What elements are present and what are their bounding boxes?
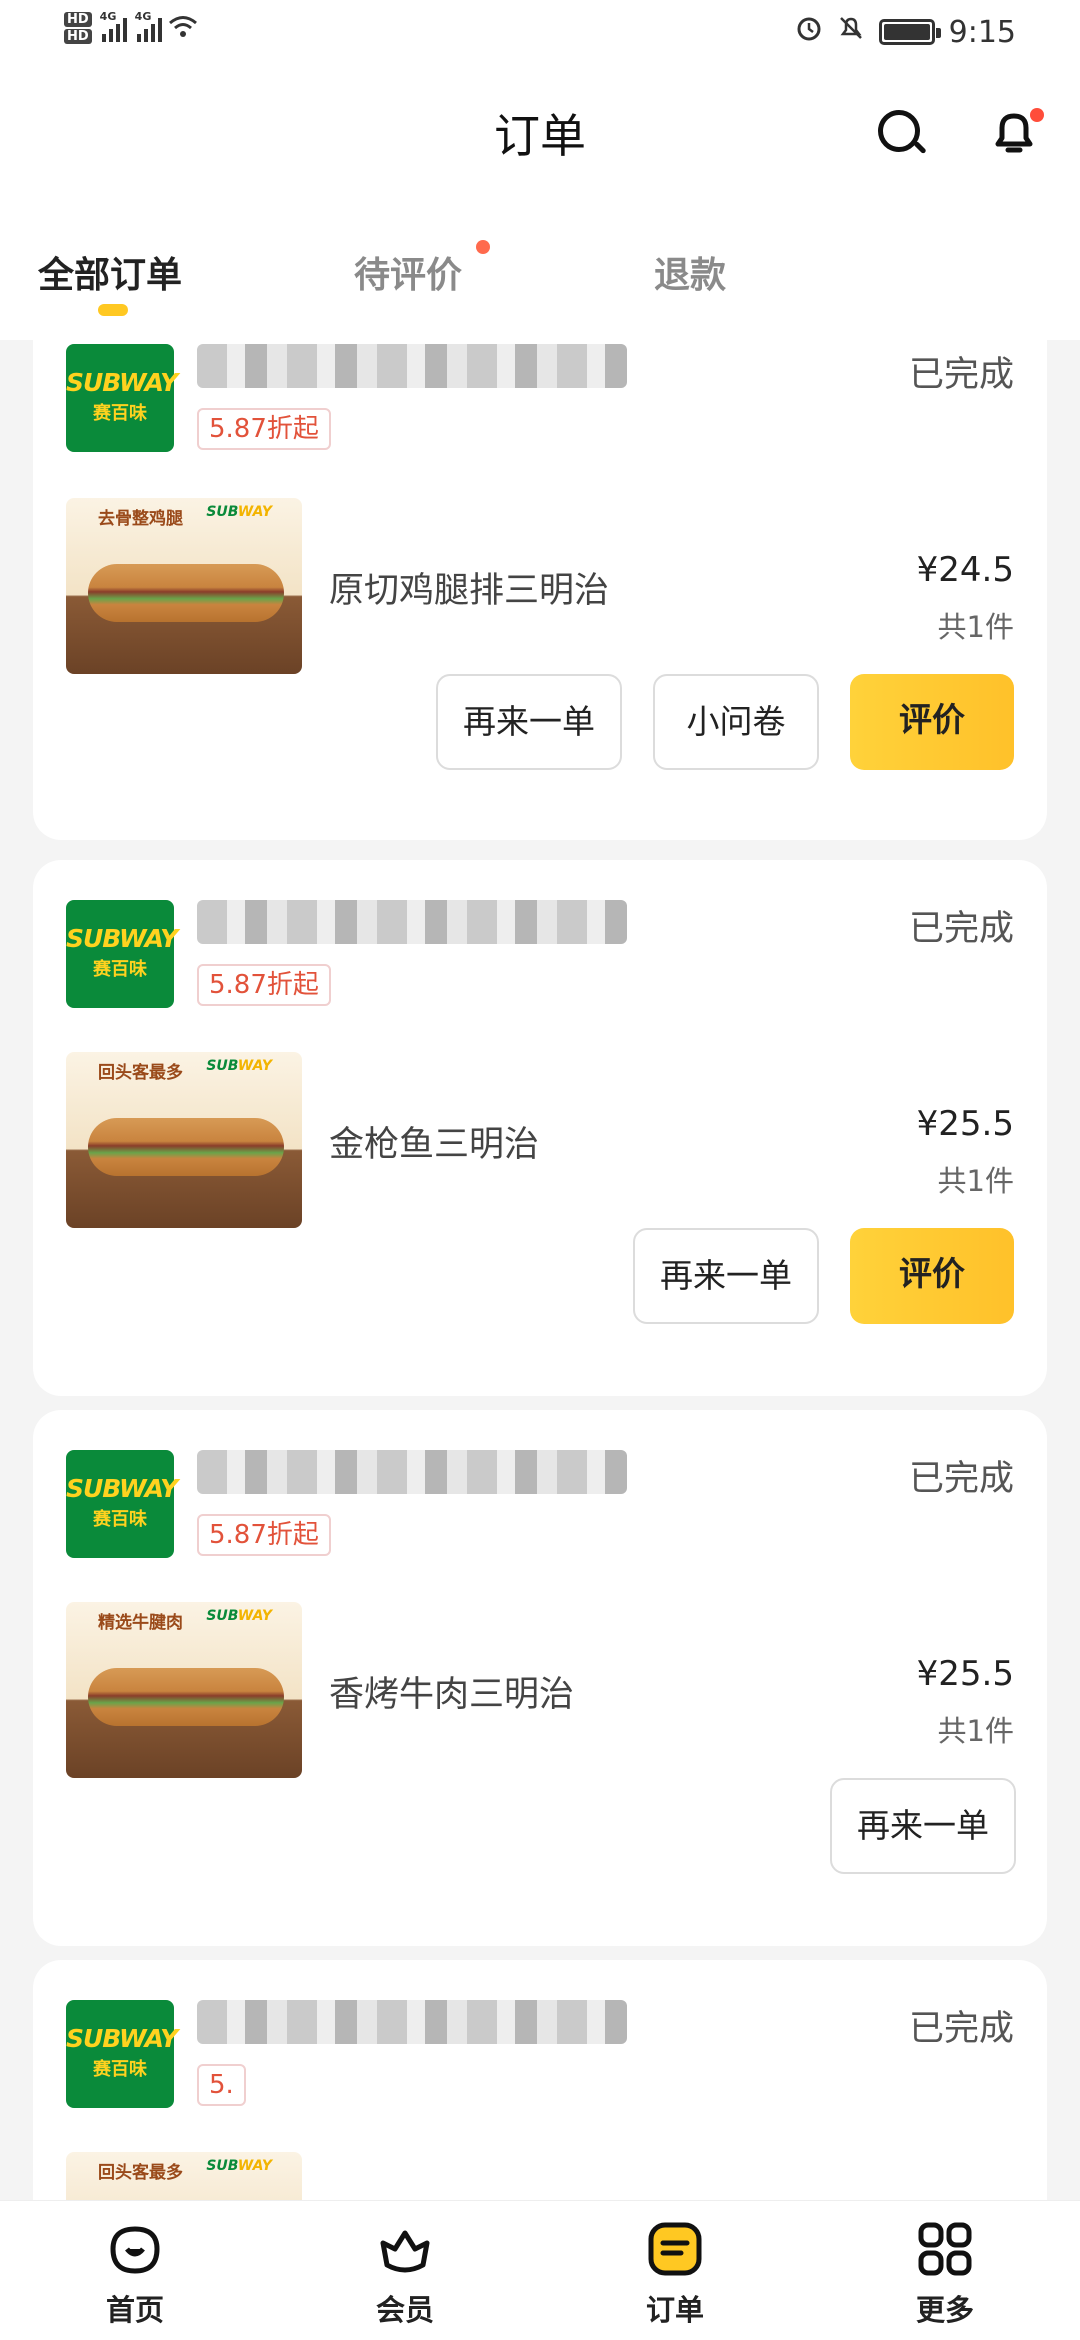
search-button[interactable] [876,108,928,160]
alarm-icon [795,14,823,50]
discount-badge: 5.87折起 [197,964,331,1006]
nav-more[interactable]: 更多 [885,2219,1005,2329]
survey-button[interactable]: 小问卷 [653,674,819,770]
nav-member[interactable]: 会员 [345,2219,465,2329]
nav-orders[interactable]: 订单 [615,2219,735,2329]
discount-badge: 5.87折起 [197,1514,331,1556]
status-right: 9:15 [795,14,1016,50]
product-quantity: 共1件 [937,1164,1014,1198]
product-image[interactable]: SUBWAY 去骨整鸡腿 [66,498,302,674]
reorder-button[interactable]: 再来一单 [436,674,622,770]
order-tabs: 全部订单 待评价 退款 [0,192,1080,340]
network-type-1: 4G [99,10,117,23]
signal-icon-2: 4G [135,10,162,42]
order-card[interactable]: SUBWAY 赛百味 已完成 5. SUBWAY 回头客最多 [33,1960,1047,2200]
product-image[interactable]: SUBWAY 回头客最多 [66,1052,302,1228]
hd-indicator: HD HD [64,10,92,46]
product-name: 金枪鱼三明治 [329,1125,540,1165]
order-icon [643,2219,707,2281]
title-bar: 订单 [0,72,1080,192]
wifi-icon [168,12,198,45]
bottom-nav: 首页 会员 订单 更多 [0,2200,1080,2340]
order-card[interactable]: SUBWAY 赛百味 已完成 5.87折起 SUBWAY 去骨整鸡腿 原切鸡腿排… [33,340,1047,840]
network-type-2: 4G [134,10,152,23]
order-status: 已完成 [908,1459,1014,1499]
product-name: 香烤牛肉三明治 [329,1675,575,1715]
store-name-blurred[interactable] [197,1450,627,1494]
discount-badge: 5. [197,2064,246,2106]
nav-home[interactable]: 首页 [75,2219,195,2329]
status-bar: HD HD 4G 4G 9:15 [0,0,1080,72]
order-status: 已完成 [908,2009,1014,2049]
reorder-button[interactable]: 再来一单 [830,1778,1016,1874]
reorder-button[interactable]: 再来一单 [633,1228,819,1324]
store-name-blurred[interactable] [197,344,627,388]
hd-label-1: HD [64,12,92,27]
store-logo: SUBWAY 赛百味 [66,344,178,452]
product-image[interactable]: SUBWAY 精选牛腱肉 [66,1602,302,1778]
product-image[interactable]: SUBWAY 回头客最多 [66,2152,302,2200]
notification-button[interactable] [986,104,1046,164]
store-name-blurred[interactable] [197,900,627,944]
nav-member-label: 会员 [375,2293,434,2327]
store-logo: SUBWAY 赛百味 [66,2000,178,2108]
product-price: ¥25.5 [916,1654,1014,1694]
tab-all-orders[interactable]: 全部订单 [38,246,182,298]
hd-label-2: HD [64,29,92,44]
store-logo: SUBWAY 赛百味 [66,900,178,1008]
more-grid-icon [913,2219,977,2281]
store-name-blurred[interactable] [197,2000,627,2044]
battery-icon [878,19,941,45]
member-crown-icon [373,2219,437,2281]
review-button[interactable]: 评价 [850,674,1014,770]
discount-badge: 5.87折起 [197,408,331,450]
mute-icon [837,14,865,50]
product-price: ¥24.5 [916,550,1014,590]
review-button[interactable]: 评价 [850,1228,1014,1324]
store-logo: SUBWAY 赛百味 [66,1450,178,1558]
tab-refund[interactable]: 退款 [654,246,726,298]
home-icon [103,2219,167,2281]
order-card[interactable]: SUBWAY 赛百味 已完成 5.87折起 SUBWAY 精选牛腱肉 香烤牛肉三… [33,1410,1047,1946]
product-name: 原切鸡腿排三明治 [329,571,610,611]
product-price: ¥25.5 [916,1104,1014,1144]
status-left: HD HD 4G 4G [64,10,198,46]
nav-home-label: 首页 [105,2293,164,2327]
tab-pending-review[interactable]: 待评价 [354,246,462,298]
active-tab-indicator [98,304,128,316]
order-card[interactable]: SUBWAY 赛百味 已完成 5.87折起 SUBWAY 回头客最多 金枪鱼三明… [33,860,1047,1396]
notification-badge-dot [1030,108,1044,122]
order-status: 已完成 [908,909,1014,949]
pending-review-dot [476,240,490,254]
signal-icon-1: 4G [100,10,127,42]
order-list[interactable]: SUBWAY 赛百味 已完成 5.87折起 SUBWAY 去骨整鸡腿 原切鸡腿排… [0,340,1080,2200]
product-quantity: 共1件 [937,1714,1014,1748]
nav-more-label: 更多 [915,2293,974,2327]
product-quantity: 共1件 [937,610,1014,644]
order-status: 已完成 [908,355,1014,395]
clock-time: 9:15 [948,14,1016,50]
nav-orders-label: 订单 [645,2293,704,2327]
